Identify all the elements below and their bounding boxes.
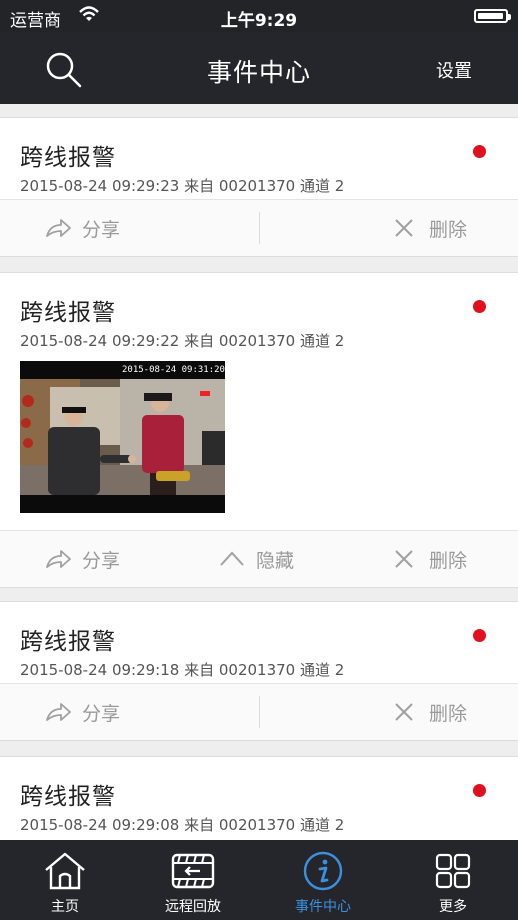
tab-playback[interactable]: 远程回放 [143,840,243,920]
event-source: 来自 00201370 [184,661,296,679]
event-actions: 分享 删除 [0,683,518,740]
delete-label: 删除 [429,702,468,725]
event-meta: 2015-08-24 09:29:18 来自 00201370 通道 2 [20,659,344,680]
event-actions: 分享 隐藏 删除 [0,530,518,587]
event-card[interactable]: 跨线报警 2015-08-24 09:29:08 来自 00201370 通道 … [0,756,518,840]
share-icon [46,550,71,568]
clock: 上午9:29 [220,11,298,31]
tab-label: 更多 [439,899,467,915]
delete-button[interactable]: 删除 [393,200,467,256]
close-icon [395,219,413,237]
action-divider [259,696,260,728]
event-source: 来自 00201370 [184,816,296,834]
event-meta: 2015-08-24 09:29:22 来自 00201370 通道 2 [20,330,344,351]
chevron-up-icon [220,551,244,566]
event-card[interactable]: 跨线报警 2015-08-24 09:29:23 来自 00201370 通道 … [0,117,518,257]
tab-event-center[interactable]: 事件中心 [273,840,373,920]
status-bar: 运营商 上午9:29 [0,0,518,32]
event-channel: 通道 2 [300,177,345,195]
tab-label: 主页 [51,899,79,915]
unread-indicator [473,300,486,313]
event-title: 跨线报警 [20,784,116,810]
hide-label: 隐藏 [256,549,295,572]
delete-button[interactable]: 删除 [393,531,467,587]
unread-indicator [473,145,486,158]
delete-button[interactable]: 删除 [393,684,467,740]
info-icon [303,851,343,891]
event-timestamp: 2015-08-24 09:29:22 [20,332,180,350]
share-button[interactable]: 分享 [44,531,120,587]
snapshot-timestamp: 2015-08-24 09:31:20 [122,365,225,375]
event-title: 跨线报警 [20,300,116,326]
event-timestamp: 2015-08-24 09:29:08 [20,816,180,834]
delete-label: 删除 [429,549,468,572]
nav-bar: 事件中心 设置 [0,32,518,104]
share-button[interactable]: 分享 [44,684,120,740]
event-title: 跨线报警 [20,145,116,171]
close-icon [395,550,413,568]
battery-icon [474,9,511,23]
home-icon [45,852,85,890]
event-meta: 2015-08-24 09:29:23 来自 00201370 通道 2 [20,175,344,196]
share-label: 分享 [82,702,121,725]
event-source: 来自 00201370 [184,332,296,350]
event-title: 跨线报警 [20,629,116,655]
event-timestamp: 2015-08-24 09:29:18 [20,661,180,679]
tab-label: 远程回放 [165,899,221,915]
share-icon [46,703,71,721]
delete-label: 删除 [429,218,468,241]
playback-icon [171,853,215,889]
grid-icon [435,853,471,889]
tab-bar: 主页 远程回放 事件中心 更多 [0,840,518,920]
close-icon [395,703,413,721]
event-meta: 2015-08-24 09:29:08 来自 00201370 通道 2 [20,814,344,835]
share-label: 分享 [82,549,121,572]
event-timestamp: 2015-08-24 09:29:23 [20,177,180,195]
tab-more[interactable]: 更多 [403,840,503,920]
unread-indicator [473,629,486,642]
tab-label: 事件中心 [295,899,351,915]
share-label: 分享 [82,218,121,241]
share-icon [46,219,71,237]
event-channel: 通道 2 [300,661,345,679]
event-source: 来自 00201370 [184,177,296,195]
event-card[interactable]: 跨线报警 2015-08-24 09:29:22 来自 00201370 通道 … [0,272,518,588]
event-actions: 分享 删除 [0,199,518,256]
hide-button[interactable]: 隐藏 [218,531,294,587]
tab-home[interactable]: 主页 [15,840,115,920]
event-snapshot[interactable]: 2015-08-24 09:31:20 [20,361,225,513]
snapshot-image: 2015-08-24 09:31:20 [20,361,225,513]
event-card[interactable]: 跨线报警 2015-08-24 09:29:18 来自 00201370 通道 … [0,601,518,741]
action-divider [259,212,260,244]
unread-indicator [473,784,486,797]
event-channel: 通道 2 [300,816,345,834]
event-channel: 通道 2 [300,332,345,350]
settings-button[interactable]: 设置 [436,57,472,83]
share-button[interactable]: 分享 [44,200,120,256]
